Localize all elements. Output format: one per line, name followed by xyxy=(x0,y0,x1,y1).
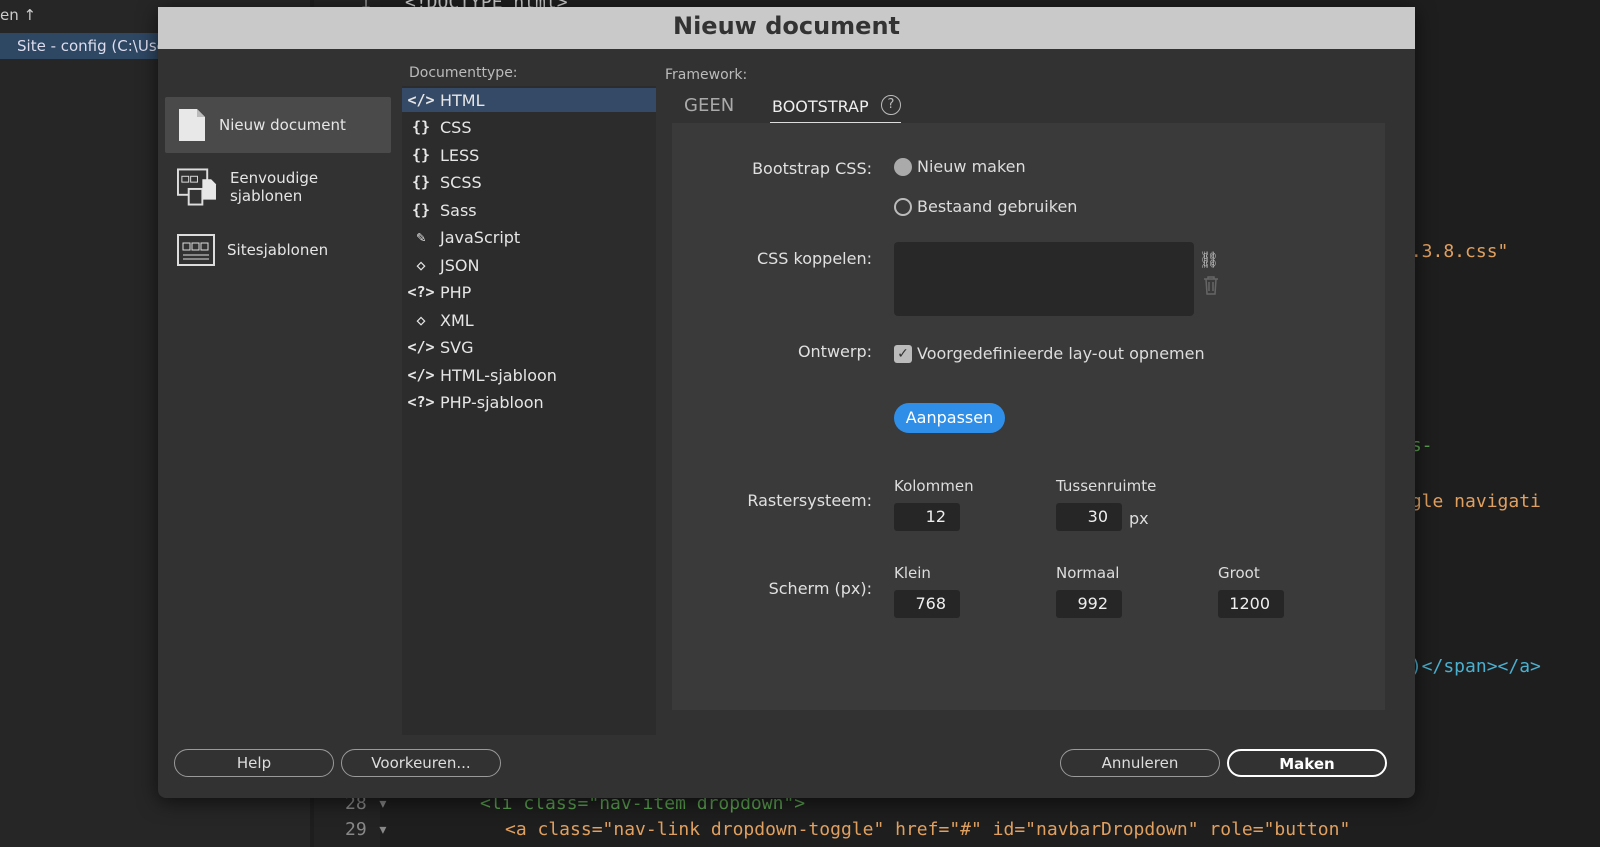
templates-icon xyxy=(177,168,216,206)
doctype-label: HTML xyxy=(440,90,485,110)
braces-icon: {} xyxy=(411,173,431,191)
radio-empty-icon xyxy=(894,197,912,216)
category-new-document[interactable]: Nieuw document xyxy=(165,97,391,153)
normal-input[interactable]: 992 xyxy=(1056,590,1122,618)
category-site-templates[interactable]: Sitesjablonen xyxy=(165,222,391,278)
php-icon: <?> xyxy=(407,393,435,411)
category-label: Sitesjablonen xyxy=(227,241,329,259)
small-label: Klein xyxy=(894,564,931,582)
small-input[interactable]: 768 xyxy=(894,590,960,618)
doctype-label: Sass xyxy=(440,200,477,220)
php-icon: <?> xyxy=(407,283,435,301)
code-line: ggle navigati xyxy=(1400,491,1541,512)
code-line: t)</span></a> xyxy=(1400,656,1541,677)
doctype-svg[interactable]: </> SVG xyxy=(402,335,656,359)
doctype-label: JavaScript xyxy=(440,227,521,247)
help-button[interactable]: Help xyxy=(174,749,334,777)
code-line: 5.3.8.css" xyxy=(1400,241,1509,262)
checkbox-checked-icon: ✓ xyxy=(894,344,912,363)
doctype-sass[interactable]: {} Sass xyxy=(402,198,656,222)
page-icon xyxy=(179,109,205,141)
radio-label: Bestaand gebruiken xyxy=(917,197,1078,216)
doctype-html[interactable]: </> HTML xyxy=(402,88,656,112)
grid-label: Rastersysteem: xyxy=(747,491,872,510)
doctype-label: JSON xyxy=(440,255,480,275)
doctype-javascript[interactable]: ✎ JavaScript xyxy=(402,225,656,249)
braces-icon: {} xyxy=(411,201,431,219)
doctype-label: PHP-sjabloon xyxy=(440,392,544,412)
css-link-label: CSS koppelen: xyxy=(756,249,872,268)
doctype-label: CSS xyxy=(440,117,472,137)
doctype-scss[interactable]: {} SCSS xyxy=(402,170,656,194)
doctype-json[interactable]: ◇ JSON xyxy=(402,253,656,277)
css-link-list[interactable] xyxy=(894,242,1194,316)
category-simple-templates[interactable]: Eenvoudige sjablonen xyxy=(165,159,391,215)
doctype-label: PHP xyxy=(440,282,472,302)
radio-existing[interactable]: Bestaand gebruiken xyxy=(894,197,1077,216)
bootstrap-css-label: Bootstrap CSS: xyxy=(752,159,872,178)
checkbox-label: Voorgedefinieerde lay-out opnemen xyxy=(917,344,1205,363)
bootstrap-settings-panel: Bootstrap CSS: Nieuw maken Bestaand gebr… xyxy=(672,123,1385,710)
code-icon: </> xyxy=(407,366,435,384)
gutter-label: Tussenruimte xyxy=(1056,477,1157,495)
doctype-label: Documenttype: xyxy=(409,65,518,81)
radio-selected-icon xyxy=(894,157,912,176)
code-icon: </> xyxy=(407,338,435,356)
doctype-list: </> HTML {} CSS {} LESS {} SCSS {} Sass ✎ Java… xyxy=(402,86,656,735)
tab-label: BOOTSTRAP xyxy=(772,97,869,116)
new-document-dialog: Nieuw document Nieuw document Eenvoudige… xyxy=(158,7,1415,798)
doctype-php-template[interactable]: <?> PHP-sjabloon xyxy=(402,390,656,414)
doctype-html-template[interactable]: </> HTML-sjabloon xyxy=(402,363,656,387)
framework-label: Framework: xyxy=(665,67,748,83)
radio-label: Nieuw maken xyxy=(917,157,1026,176)
doctype-less[interactable]: {} LESS xyxy=(402,143,656,167)
gutter-unit: px xyxy=(1129,509,1149,528)
preferences-button[interactable]: Voorkeuren... xyxy=(341,749,501,777)
doctype-css[interactable]: {} CSS xyxy=(402,115,656,139)
doctype-xml[interactable]: ◇ XML xyxy=(402,308,656,332)
site-templates-icon xyxy=(177,234,215,266)
window-code-icon: ◇ xyxy=(416,256,426,274)
columns-label: Kolommen xyxy=(894,477,974,495)
dialog-title: Nieuw document xyxy=(158,7,1415,49)
doctype-label: SVG xyxy=(440,337,474,357)
layout-checkbox[interactable]: ✓ Voorgedefinieerde lay-out opnemen xyxy=(894,344,1205,363)
category-label: Nieuw document xyxy=(219,116,346,134)
normal-label: Normaal xyxy=(1056,564,1120,582)
trash-icon[interactable] xyxy=(1203,275,1219,295)
large-label: Groot xyxy=(1218,564,1260,582)
braces-icon: {} xyxy=(411,118,431,136)
tab-none[interactable]: GEEN xyxy=(684,95,734,116)
doctype-label: LESS xyxy=(440,145,480,165)
line-number: 29 ▾ xyxy=(345,819,389,840)
columns-input[interactable]: 12 xyxy=(894,503,960,531)
braces-icon: {} xyxy=(411,146,431,164)
design-label: Ontwerp: xyxy=(797,342,872,361)
window-code-icon: ◇ xyxy=(416,311,426,329)
doctype-label: XML xyxy=(440,310,474,330)
create-button[interactable]: Maken xyxy=(1227,749,1387,777)
panel-header[interactable]: en ↑ xyxy=(0,6,36,24)
doctype-label: SCSS xyxy=(440,172,482,192)
screen-label: Scherm (px): xyxy=(768,579,872,598)
link-icon[interactable]: ⛓ xyxy=(1199,250,1219,269)
site-item-label: Site - config (C:\Use xyxy=(17,37,166,55)
doctype-label: HTML-sjabloon xyxy=(440,365,557,385)
gutter-input[interactable]: 30 xyxy=(1056,503,1122,531)
cancel-button[interactable]: Annuleren xyxy=(1060,749,1220,777)
code-icon: </> xyxy=(407,91,435,109)
script-icon: ✎ xyxy=(416,228,426,246)
customize-button[interactable]: Aanpassen xyxy=(894,403,1005,433)
doctype-php[interactable]: <?> PHP xyxy=(402,280,656,304)
help-icon[interactable]: ? xyxy=(881,95,901,115)
category-label: Eenvoudige sjablonen xyxy=(229,169,319,205)
radio-new[interactable]: Nieuw maken xyxy=(894,157,1026,176)
large-input[interactable]: 1200 xyxy=(1218,590,1284,618)
code-line: <a class="nav-link dropdown-toggle" href… xyxy=(505,819,1351,840)
